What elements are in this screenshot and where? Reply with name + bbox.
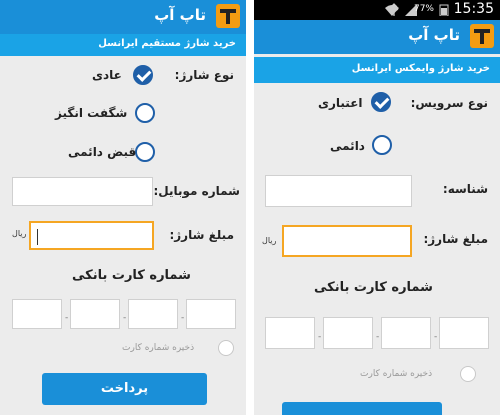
status-time: 15:35 [453, 1, 494, 17]
option-normal-label: عادی [92, 68, 122, 82]
save-card-label: ذخیره شماره کارت [122, 343, 195, 353]
radio-permanent-bill[interactable] [135, 142, 155, 162]
amount-input[interactable] [29, 221, 154, 250]
radio-normal-checked[interactable] [133, 65, 153, 85]
option-permanent-bill-label: قبض دائمی [68, 145, 137, 159]
text-caret [37, 229, 38, 245]
service-type-label: نوع سرویس: [410, 96, 488, 110]
app-bar: تاپ آپ [0, 0, 246, 34]
app-bar: تاپ آپ [254, 20, 500, 54]
pay-button-partial[interactable] [282, 402, 442, 415]
card-field-4[interactable] [439, 317, 489, 349]
subtitle-bar: خرید شارژ مستقیم ایرانسل [0, 34, 246, 56]
battery-percent: 77% [413, 4, 434, 14]
id-label: شناسه: [442, 182, 488, 196]
card-field-2[interactable] [70, 299, 120, 329]
pay-button[interactable]: پرداخت [42, 373, 207, 405]
battery-icon [439, 4, 449, 16]
right-screen: 77% 15:35 تاپ آپ خرید شارژ وایمکس ایرانس… [254, 0, 500, 415]
left-screen: تاپ آپ خرید شارژ مستقیم ایرانسل نوع شارژ… [0, 0, 246, 415]
id-input[interactable] [265, 175, 412, 207]
card-field-2[interactable] [323, 317, 373, 349]
amount-label: مبلغ شارژ: [423, 232, 488, 246]
option-amazing-label: شگفت انگیز [55, 106, 128, 120]
save-card-checkbox[interactable] [460, 366, 476, 382]
app-logo-icon [216, 4, 240, 28]
card-separator: - [123, 313, 127, 323]
mobile-label: شماره موبایل: [153, 184, 240, 198]
subtitle-bar: خرید شارژ وایمکس ایرانسل [254, 57, 500, 83]
card-field-1[interactable] [265, 317, 315, 349]
app-logo-icon [470, 24, 494, 48]
mobile-input[interactable] [12, 177, 153, 206]
amount-unit: ریال [262, 236, 277, 245]
option-permanent-label: دائمی [330, 139, 365, 153]
save-card-checkbox[interactable] [218, 340, 234, 356]
status-bar: 77% 15:35 [254, 0, 500, 20]
amount-input[interactable] [282, 225, 412, 257]
wifi-icon [385, 5, 399, 16]
radio-permanent[interactable] [372, 135, 392, 155]
charge-type-label: نوع شارژ: [174, 68, 234, 82]
radio-amazing[interactable] [135, 103, 155, 123]
card-separator: - [376, 332, 380, 342]
card-separator: - [318, 332, 322, 342]
option-credit-label: اعتباری [318, 96, 363, 110]
card-separator: - [434, 332, 438, 342]
app-title: تاپ آپ [408, 26, 460, 44]
card-number-title: شماره کارت بانکی [314, 280, 433, 295]
save-card-label: ذخیره شماره کارت [360, 369, 433, 379]
amount-label: مبلغ شارژ: [169, 228, 234, 242]
card-number-title: شماره کارت بانکی [72, 268, 191, 283]
card-field-3[interactable] [128, 299, 178, 329]
app-title: تاپ آپ [154, 6, 206, 24]
subtitle-text: خرید شارژ وایمکس ایرانسل [351, 63, 490, 74]
subtitle-text: خرید شارژ مستقیم ایرانسل [98, 38, 236, 49]
card-field-1[interactable] [12, 299, 62, 329]
card-separator: - [181, 313, 185, 323]
card-separator: - [65, 313, 69, 323]
radio-credit-checked[interactable] [371, 92, 391, 112]
card-field-3[interactable] [381, 317, 431, 349]
amount-unit: ریال [12, 229, 27, 238]
card-field-4[interactable] [186, 299, 236, 329]
